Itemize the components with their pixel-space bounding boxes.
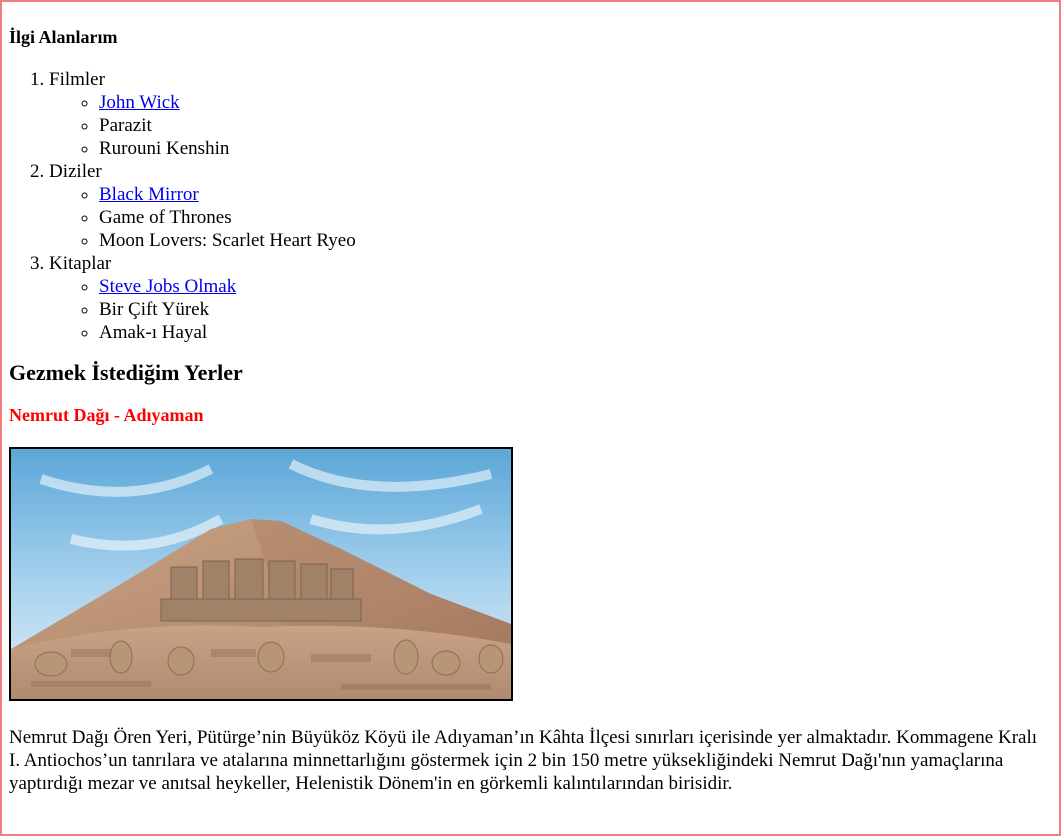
item-link-steve-jobs-olmak[interactable]: Steve Jobs Olmak <box>99 276 236 297</box>
item-label: Rurouni Kenshin <box>99 138 230 159</box>
item-link-black-mirror[interactable]: Black Mirror <box>99 184 199 205</box>
page-frame: İlgi Alanlarım Filmler John Wick Parazit… <box>0 0 1061 836</box>
list-item: Black Mirror <box>99 183 1051 206</box>
category-item: Diziler Black Mirror Game of Thrones Moo… <box>49 160 1051 252</box>
item-label: Game of Thrones <box>99 207 232 228</box>
list-item: Game of Thrones <box>99 206 1051 229</box>
places-title: Gezmek İstediğim Yerler <box>9 360 243 385</box>
list-item: Parazit <box>99 114 1051 137</box>
category-label: Filmler <box>49 69 105 90</box>
list-item: John Wick <box>99 91 1051 114</box>
mountain-image <box>11 449 511 699</box>
category-item: Filmler John Wick Parazit Rurouni Kenshi… <box>49 68 1051 160</box>
place-description: Nemrut Dağı Ören Yeri, Pütürge’nin Büyük… <box>9 727 1038 794</box>
interests-title: İlgi Alanlarım <box>9 27 118 47</box>
place-name: Nemrut Dağı - Adıyaman <box>9 405 204 425</box>
category-label: Kitaplar <box>49 253 112 274</box>
place-photo <box>9 447 513 701</box>
list-item: Rurouni Kenshin <box>99 137 1051 160</box>
item-label: Bir Çift Yürek <box>99 299 210 320</box>
category-label: Diziler <box>49 161 102 182</box>
list-item: Amak-ı Hayal <box>99 321 1051 344</box>
sub-list: John Wick Parazit Rurouni Kenshin <box>49 91 1051 160</box>
list-item: Steve Jobs Olmak <box>99 275 1051 298</box>
item-label: Amak-ı Hayal <box>99 322 208 343</box>
sub-list: Black Mirror Game of Thrones Moon Lovers… <box>49 183 1051 252</box>
category-item: Kitaplar Steve Jobs Olmak Bir Çift Yürek… <box>49 252 1051 344</box>
sub-list: Steve Jobs Olmak Bir Çift Yürek Amak-ı H… <box>49 275 1051 344</box>
interests-list: Filmler John Wick Parazit Rurouni Kenshi… <box>9 68 1051 344</box>
item-label: Moon Lovers: Scarlet Heart Ryeo <box>99 230 356 251</box>
item-label: Parazit <box>99 115 152 136</box>
list-item: Bir Çift Yürek <box>99 298 1051 321</box>
item-link-john-wick[interactable]: John Wick <box>99 92 180 113</box>
list-item: Moon Lovers: Scarlet Heart Ryeo <box>99 229 1051 252</box>
